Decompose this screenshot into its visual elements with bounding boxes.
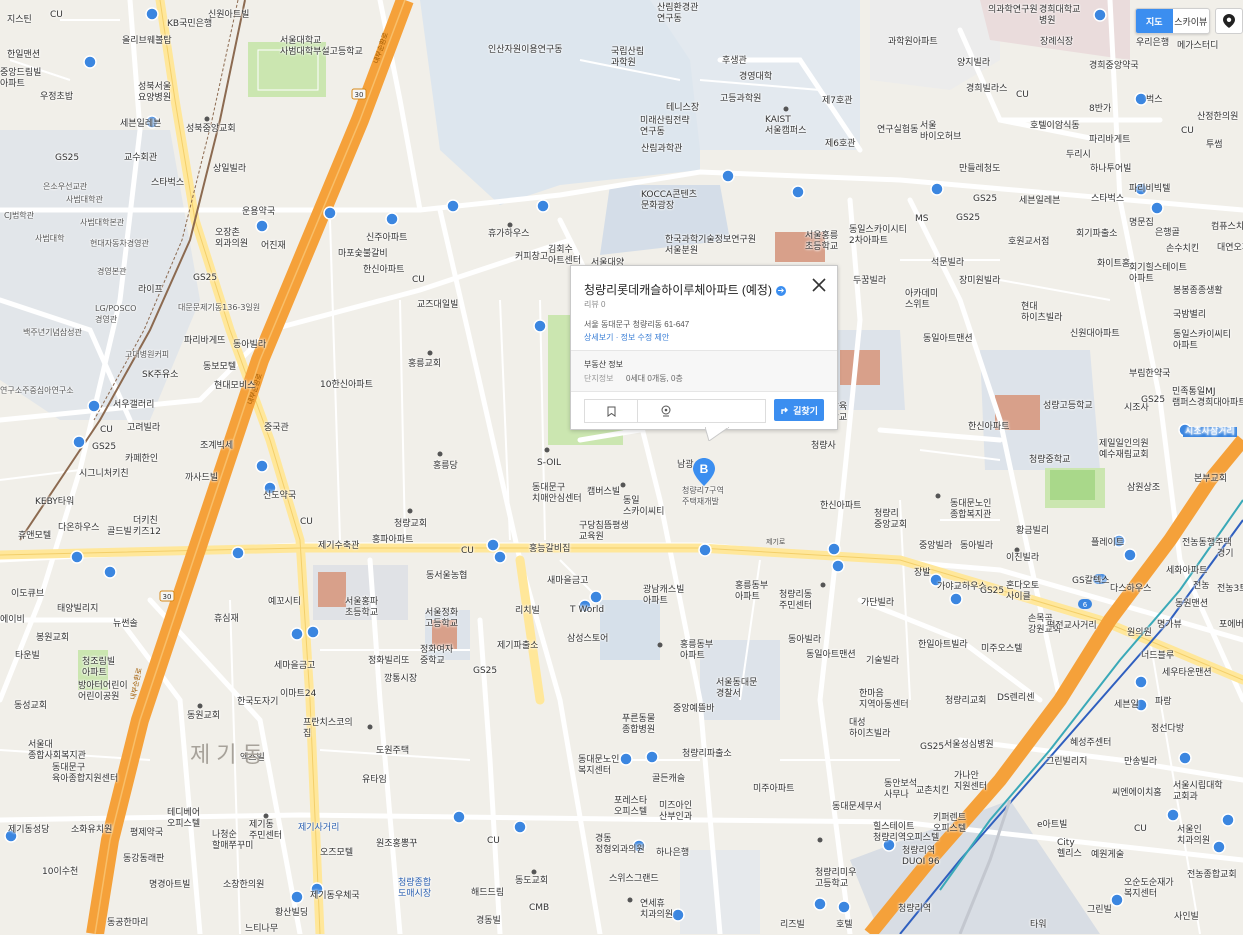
place-info-popup: 청량리롯데캐슬하이루체아파트 (예정) ➔ 리뷰 0 서울 동대문구 청량리동 6… (570, 265, 838, 430)
direction-icon (781, 407, 789, 414)
go-arrow-icon[interactable]: ➔ (775, 286, 786, 296)
svg-text:제기로: 제기로 (766, 537, 786, 546)
map-pin-icon (661, 405, 671, 417)
map-marker-b[interactable]: B (693, 458, 715, 486)
real-estate-section: 부동산 정보 단지정보 0세대 0개동, 0층 (571, 350, 837, 392)
popup-links: 상세보기 · 정보 수정 제안 (584, 332, 669, 343)
popup-action-bar (584, 399, 766, 423)
popup-address: 서울 동대문구 청량리동 61-647 (584, 320, 690, 329)
popup-pointer (705, 427, 729, 441)
map-type-map-button[interactable]: 지도 (1136, 9, 1173, 33)
location-icon (1223, 14, 1235, 28)
detail-link[interactable]: 상세보기 (584, 333, 613, 342)
link-separator: · (615, 333, 619, 342)
map-canvas[interactable]: 30 30 6 6 내부순환로 내부순환로 내부순환로 제기로 (0, 0, 1243, 934)
popup-title[interactable]: 청량리롯데캐슬하이루체아파트 (예정) ➔ (584, 281, 786, 298)
bookmark-icon (607, 406, 616, 417)
complex-info-value: 0세대 0개동, 0층 (626, 374, 683, 383)
place-pin-button[interactable] (637, 400, 765, 422)
map-type-skyview-button[interactable]: 스카이뷰 (1173, 9, 1210, 33)
marker-label: B (700, 462, 709, 476)
map-type-toggle[interactable]: 지도 스카이뷰 (1135, 8, 1210, 34)
svg-text:30: 30 (355, 91, 364, 99)
svg-text:6: 6 (1083, 601, 1088, 609)
svg-text:6: 6 (1098, 576, 1103, 584)
edit-suggest-link[interactable]: 정보 수정 제안 (621, 333, 670, 342)
my-location-button[interactable] (1215, 8, 1243, 34)
review-count[interactable]: 리뷰 0 (584, 299, 605, 310)
real-estate-title: 부동산 정보 (584, 360, 624, 369)
bookmark-button[interactable] (585, 400, 637, 422)
complex-info-key: 단지정보 (584, 374, 614, 383)
svg-text:30: 30 (163, 593, 172, 601)
close-icon[interactable] (811, 277, 827, 293)
route-button[interactable]: 길찾기 (774, 399, 824, 421)
